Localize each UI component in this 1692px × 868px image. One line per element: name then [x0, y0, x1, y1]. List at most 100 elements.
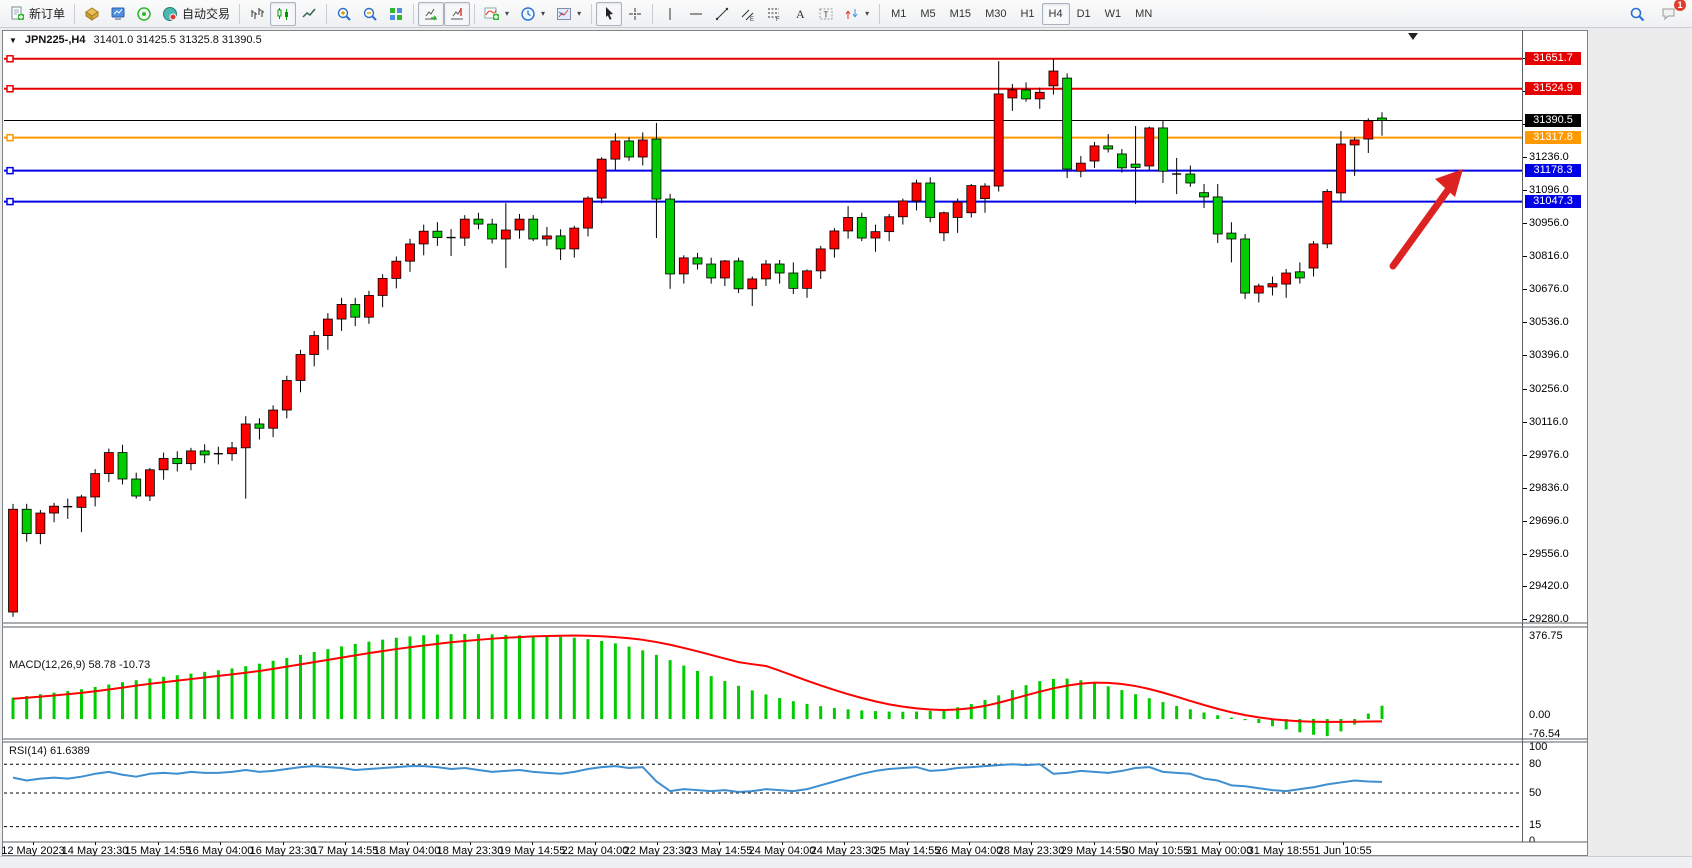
toolbar-separator — [326, 4, 327, 24]
data-window-button[interactable] — [79, 2, 105, 26]
text-label-button[interactable]: T — [813, 2, 839, 26]
candle-body — [707, 264, 716, 278]
chevron-down-icon[interactable]: ▾ — [864, 9, 870, 18]
level-line-handle[interactable] — [7, 135, 13, 141]
candle-body — [104, 453, 113, 474]
timeframe-button-w1[interactable]: W1 — [1098, 3, 1129, 25]
candle-body — [1049, 71, 1058, 86]
terminal-button[interactable] — [105, 2, 131, 26]
arrows-button[interactable]: ▾ — [839, 2, 875, 26]
timeframe-button-h1[interactable]: H1 — [1013, 3, 1041, 25]
signals-button[interactable] — [131, 2, 157, 26]
candle-body — [392, 261, 401, 278]
candle-body — [1282, 273, 1291, 284]
text-button[interactable]: A — [787, 2, 813, 26]
level-line-handle[interactable] — [7, 56, 13, 62]
chat-button[interactable]: 1 — [1656, 2, 1682, 26]
chart-shift-button[interactable] — [444, 2, 470, 26]
vertical-line-button[interactable] — [657, 2, 683, 26]
candle-body — [364, 295, 373, 317]
candle-body — [282, 380, 291, 410]
candle — [1145, 127, 1154, 171]
chevron-down-icon[interactable]: ▾ — [504, 9, 510, 18]
mt4-application-window: 新订单自动交易▾▾▾EFAT▾M1M5M15M30H1H4D1W1MN1 ▼ J… — [0, 0, 1692, 868]
vertical-line-icon — [662, 6, 678, 22]
candle — [1254, 284, 1263, 303]
cursor-button[interactable] — [596, 2, 622, 26]
candle-body — [1200, 193, 1209, 197]
search-button[interactable] — [1624, 2, 1650, 26]
candle-body — [898, 201, 907, 217]
timeframe-button-mn[interactable]: MN — [1128, 3, 1159, 25]
candle-body — [652, 139, 661, 199]
timeframe-button-m5[interactable]: M5 — [913, 3, 942, 25]
candlestick-chart-button[interactable] — [270, 2, 296, 26]
candle-body — [323, 319, 332, 336]
candle — [1336, 131, 1345, 201]
candle — [378, 274, 387, 307]
level-price-badge: 31317.8 — [1525, 131, 1581, 144]
candle-body — [1063, 78, 1072, 169]
auto-scroll-button[interactable] — [418, 2, 444, 26]
zoom-out-button[interactable] — [357, 2, 383, 26]
timeframe-button-d1[interactable]: D1 — [1070, 3, 1098, 25]
candle-body — [1076, 163, 1085, 171]
candle — [173, 451, 182, 471]
cursor-icon — [601, 6, 617, 22]
indicators-button[interactable]: ▾ — [479, 2, 515, 26]
current-price-badge: 31390.5 — [1525, 114, 1581, 127]
candle-body — [406, 244, 415, 261]
candle — [1022, 82, 1031, 101]
candle-body — [980, 186, 989, 199]
new-order-button[interactable]: 新订单 — [4, 2, 70, 26]
candle-body — [1378, 118, 1387, 120]
autotrading-button[interactable]: 自动交易 — [157, 2, 235, 26]
tile-windows-button[interactable] — [383, 2, 409, 26]
candle — [282, 376, 291, 419]
timeframe-button-m15[interactable]: M15 — [943, 3, 978, 25]
candle — [1186, 166, 1195, 187]
equidistant-channel-button[interactable]: E — [735, 2, 761, 26]
candle — [597, 157, 606, 203]
templates-button[interactable]: ▾ — [551, 2, 587, 26]
fibonacci-button[interactable]: F — [761, 2, 787, 26]
candle — [529, 215, 538, 241]
chart-shift-marker[interactable] — [1408, 33, 1418, 40]
candle — [351, 298, 360, 326]
candle-body — [1350, 140, 1359, 145]
candle-body — [1241, 239, 1250, 293]
candle — [392, 256, 401, 288]
candle-body — [1035, 92, 1044, 99]
timeframe-button-m30[interactable]: M30 — [978, 3, 1013, 25]
bar-chart-button[interactable] — [244, 2, 270, 26]
candle — [994, 61, 1003, 191]
candle-body — [885, 217, 894, 232]
candle-body — [939, 213, 948, 233]
crosshair-button[interactable] — [622, 2, 648, 26]
annotation-arrow-shaft[interactable] — [1393, 183, 1453, 266]
level-line-handle[interactable] — [7, 168, 13, 174]
periods-button[interactable]: ▾ — [515, 2, 551, 26]
rsi-label: RSI(14) 61.6389 — [9, 745, 90, 757]
level-line-handle[interactable] — [7, 199, 13, 205]
horizontal-line-icon — [688, 6, 704, 22]
chat-notification-badge: 1 — [1674, 0, 1686, 11]
chevron-down-icon[interactable]: ▾ — [576, 9, 582, 18]
candle — [488, 219, 497, 244]
candle-body — [994, 94, 1003, 186]
toolbar-right-group: 1 — [1624, 2, 1692, 26]
candle — [542, 227, 551, 246]
horizontal-line-button[interactable] — [683, 2, 709, 26]
level-price-badge: 31524.9 — [1525, 82, 1581, 95]
line-chart-button[interactable] — [296, 2, 322, 26]
zoom-in-button[interactable] — [331, 2, 357, 26]
trendline-button[interactable] — [709, 2, 735, 26]
candle — [967, 184, 976, 218]
timeframe-button-m1[interactable]: M1 — [884, 3, 913, 25]
chevron-down-icon[interactable]: ▾ — [540, 9, 546, 18]
candle-body — [693, 258, 702, 264]
level-line-handle[interactable] — [7, 86, 13, 92]
candle-body — [351, 304, 360, 317]
candle-body — [1213, 197, 1222, 234]
timeframe-button-h4[interactable]: H4 — [1042, 3, 1070, 25]
